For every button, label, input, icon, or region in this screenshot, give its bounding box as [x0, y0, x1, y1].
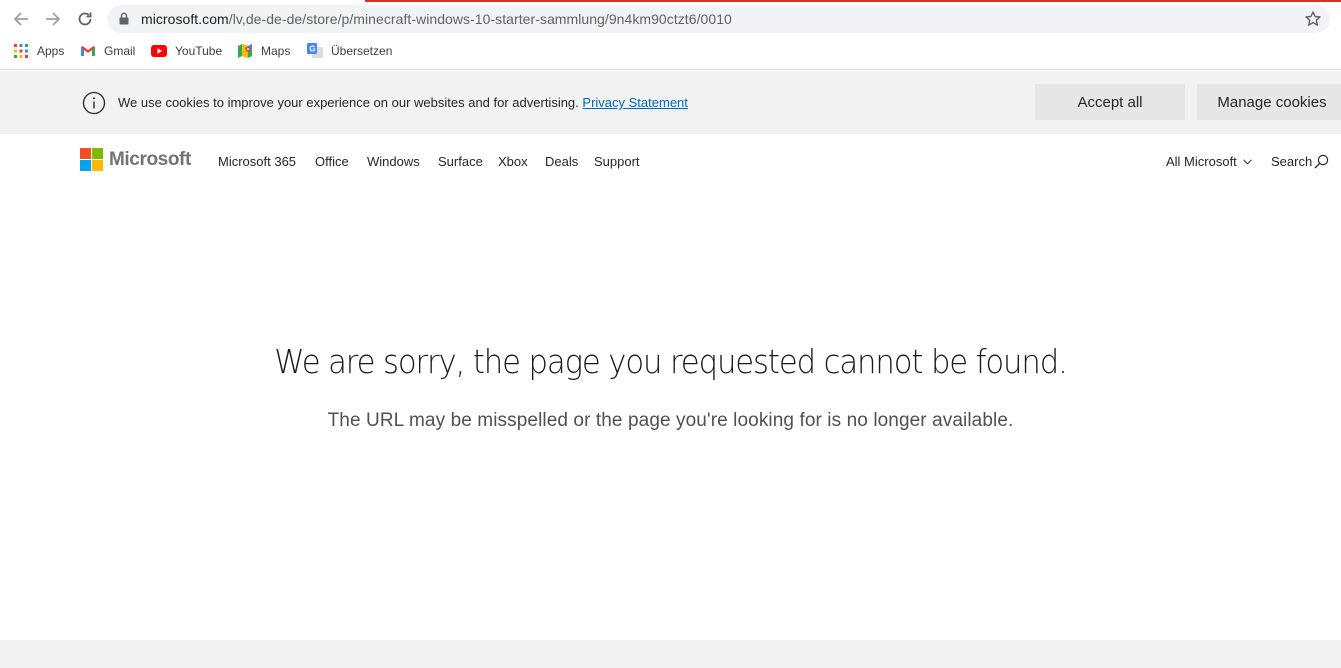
nav-support[interactable]: Support: [594, 154, 640, 169]
bookmark-apps[interactable]: Apps: [13, 42, 64, 60]
youtube-icon: [151, 43, 167, 59]
error-subtitle: The URL may be misspelled or the page yo…: [327, 410, 1014, 431]
tab-strip-edge: [0, 0, 1341, 2]
search-label: Search: [1271, 154, 1313, 169]
bookmark-star-icon[interactable]: [1304, 10, 1322, 28]
privacy-statement-link[interactable]: Privacy Statement: [582, 95, 688, 110]
site-header: Microsoft Microsoft 365 Office Windows S…: [0, 134, 1341, 188]
url-domain: microsoft.com: [141, 11, 229, 27]
url-text: microsoft.com/lv,de-de-de/store/p/minecr…: [141, 11, 732, 27]
bookmark-youtube[interactable]: YouTube: [151, 42, 222, 60]
bookmark-translate[interactable]: G Übersetzen: [307, 42, 392, 60]
microsoft-logo[interactable]: Microsoft: [80, 148, 191, 171]
nav-windows[interactable]: Windows: [367, 154, 420, 169]
bookmark-label: Gmail: [104, 44, 136, 58]
bookmark-gmail[interactable]: Gmail: [80, 42, 135, 60]
forward-button[interactable]: [41, 8, 65, 30]
bookmark-label: Apps: [37, 44, 65, 58]
maps-icon: [237, 43, 253, 59]
chevron-down-icon: [1242, 158, 1252, 165]
translate-icon: G: [307, 43, 323, 59]
arrow-right-icon: [46, 12, 61, 26]
apps-grid-icon: [13, 43, 29, 59]
search-button[interactable]: Search: [1271, 154, 1329, 169]
gmail-icon: [80, 43, 96, 59]
reload-icon: [78, 12, 92, 26]
all-microsoft-menu[interactable]: All Microsoft: [1166, 154, 1252, 169]
address-bar[interactable]: microsoft.com/lv,de-de-de/store/p/minecr…: [107, 5, 1330, 33]
lock-icon: [119, 12, 129, 25]
cookie-banner: We use cookies to improve your experienc…: [0, 71, 1341, 134]
nav-surface[interactable]: Surface: [438, 154, 483, 169]
footer: [0, 640, 1341, 668]
error-heading: We are sorry, the page you requested can…: [274, 342, 1068, 381]
url-path: /lv,de-de-de/store/p/minecraft-windows-1…: [228, 11, 732, 27]
browser-chrome: microsoft.com/lv,de-de-de/store/p/minecr…: [0, 0, 1341, 70]
nav-office[interactable]: Office: [315, 154, 349, 169]
back-button[interactable]: [9, 8, 33, 30]
info-icon: [82, 91, 106, 115]
brand-wordmark: Microsoft: [109, 148, 191, 170]
svg-text:G: G: [309, 45, 315, 54]
nav-microsoft-365[interactable]: Microsoft 365: [218, 154, 296, 169]
search-icon: [1314, 154, 1329, 169]
loading-accent-line: [365, 0, 1341, 2]
arrow-left-icon: [13, 12, 28, 26]
cookie-message: We use cookies to improve your experienc…: [118, 95, 688, 110]
all-microsoft-label: All Microsoft: [1166, 154, 1237, 169]
manage-cookies-button[interactable]: Manage cookies: [1197, 84, 1341, 120]
nav-xbox[interactable]: Xbox: [498, 154, 528, 169]
bookmark-maps[interactable]: Maps: [237, 42, 290, 60]
cookie-message-text: We use cookies to improve your experienc…: [118, 95, 579, 110]
nav-deals[interactable]: Deals: [545, 154, 578, 169]
bookmarks-bar: Apps Gmail YouTube Maps G Übersetzen: [0, 38, 1341, 64]
reload-button[interactable]: [73, 8, 97, 30]
bookmark-label: YouTube: [175, 44, 223, 58]
bookmark-label: Übersetzen: [331, 44, 393, 58]
microsoft-squares-icon: [80, 148, 103, 171]
accept-all-button[interactable]: Accept all: [1035, 84, 1185, 120]
bookmark-label: Maps: [261, 44, 291, 58]
